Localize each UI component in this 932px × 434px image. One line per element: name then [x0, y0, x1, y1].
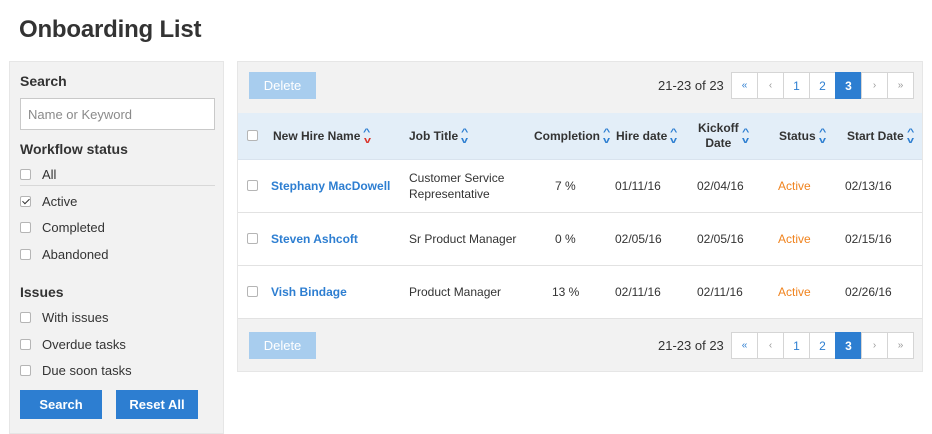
filter-sidebar: Search Workflow status All Active Comple… [9, 61, 224, 434]
start-date-value: 02/13/16 [845, 179, 892, 193]
hire-name-link[interactable]: Vish Bindage [271, 285, 347, 299]
pagination-bottom: « ‹ 1 2 3 › » [731, 332, 914, 359]
completion-value: 13 % [552, 285, 580, 299]
pagination-top: « ‹ 1 2 3 › » [731, 72, 914, 99]
checkbox[interactable] [20, 364, 31, 376]
start-date-value: 02/15/16 [845, 232, 892, 246]
sort-icon[interactable]: ^ v [461, 128, 468, 145]
col-job-title[interactable]: Job Title ^ v [409, 113, 468, 159]
option-label: Due soon tasks [42, 362, 132, 378]
start-date-value: 02/26/16 [845, 285, 892, 299]
range-text-bottom: 21-23 of 23 [658, 338, 724, 353]
issues-option-with-issues[interactable]: With issues [20, 306, 215, 328]
page-3-button[interactable]: 3 [835, 332, 862, 359]
hire-date-value: 02/11/16 [615, 285, 661, 299]
table-row: Vish Bindage Product Manager 13 % 02/11/… [238, 266, 922, 319]
option-label: With issues [42, 309, 109, 325]
prev-page-button[interactable]: ‹ [757, 72, 784, 99]
prev-page-button[interactable]: ‹ [757, 332, 784, 359]
hire-name-link[interactable]: Stephany MacDowell [271, 179, 390, 193]
last-page-button[interactable]: » [887, 72, 914, 99]
page-3-button[interactable]: 3 [835, 72, 862, 99]
page-title: Onboarding List [19, 16, 202, 43]
completion-value: 7 % [555, 179, 576, 193]
workflow-status-heading: Workflow status [20, 141, 128, 157]
onboarding-table: New Hire Name ^ v Job Title ^ v Completion… [238, 113, 922, 319]
next-page-button[interactable]: › [861, 72, 888, 99]
page-1-button[interactable]: 1 [783, 72, 810, 99]
page-2-button[interactable]: 2 [809, 72, 836, 99]
reset-all-button[interactable]: Reset All [116, 390, 198, 419]
next-page-button[interactable]: › [861, 332, 888, 359]
checkbox[interactable] [20, 311, 31, 323]
sort-icon[interactable]: ^ v [603, 128, 610, 145]
row-checkbox[interactable] [247, 180, 258, 191]
status-badge: Active [778, 285, 811, 299]
checkbox[interactable] [20, 248, 31, 260]
table-row: Stephany MacDowell Customer Service Repre… [238, 160, 922, 213]
workflow-option-all[interactable]: All [20, 163, 215, 185]
workflow-option-active[interactable]: Active [20, 190, 215, 212]
job-title: Customer Service [409, 171, 505, 185]
search-input[interactable] [20, 98, 215, 130]
table-row: Steven Ashcoft Sr Product Manager 0 % 02… [238, 213, 922, 266]
completion-value: 0 % [555, 232, 576, 246]
select-all-checkbox[interactable] [247, 130, 258, 141]
job-title-line2: Representative [409, 187, 490, 201]
checkbox[interactable] [20, 338, 31, 350]
job-title: Product Manager [409, 285, 502, 299]
col-start-date[interactable]: Start Date ^ v [847, 113, 914, 159]
hire-date-value: 02/05/16 [615, 232, 662, 246]
option-label: All [42, 166, 57, 182]
first-page-button[interactable]: « [731, 332, 758, 359]
onboarding-panel: Delete 21-23 of 23 « ‹ 1 2 3 › » New Hir… [237, 61, 923, 372]
col-completion[interactable]: Completion ^ v [534, 113, 610, 159]
workflow-option-completed[interactable]: Completed [20, 216, 215, 238]
sort-icon[interactable]: ^ v [819, 128, 826, 145]
search-heading: Search [20, 73, 67, 89]
kickoff-date-value: 02/05/16 [697, 232, 744, 246]
table-header: New Hire Name ^ v Job Title ^ v Completion… [238, 113, 922, 160]
page-2-button[interactable]: 2 [809, 332, 836, 359]
kickoff-date-value: 02/04/16 [697, 179, 744, 193]
sort-icon[interactable]: ^ v [742, 128, 749, 145]
page-1-button[interactable]: 1 [783, 332, 810, 359]
option-label: Active [42, 193, 78, 209]
status-badge: Active [778, 179, 811, 193]
checkbox-checked[interactable] [20, 195, 31, 207]
workflow-option-abandoned[interactable]: Abandoned [20, 243, 215, 265]
row-checkbox[interactable] [247, 233, 258, 244]
checkbox[interactable] [20, 221, 31, 233]
col-hire-date[interactable]: Hire date ^ v [616, 113, 678, 159]
kickoff-date-value: 02/11/16 [697, 285, 743, 299]
col-new-hire-name[interactable]: New Hire Name ^ v [273, 113, 371, 159]
col-status[interactable]: Status ^ v [779, 113, 826, 159]
issues-option-due-soon[interactable]: Due soon tasks [20, 359, 215, 381]
option-label: Completed [42, 219, 105, 235]
hire-date-value: 01/11/16 [615, 179, 661, 193]
sort-icon[interactable]: ^ v [907, 128, 914, 145]
option-label: Abandoned [42, 246, 109, 262]
first-page-button[interactable]: « [731, 72, 758, 99]
status-badge: Active [778, 232, 811, 246]
last-page-button[interactable]: » [887, 332, 914, 359]
issues-heading: Issues [20, 284, 64, 300]
job-title: Sr Product Manager [409, 232, 517, 246]
divider [20, 185, 215, 186]
option-label: Overdue tasks [42, 336, 126, 352]
sort-icon[interactable]: ^ v [363, 128, 370, 145]
sort-icon[interactable]: ^ v [670, 128, 677, 145]
delete-button-top[interactable]: Delete [249, 72, 316, 99]
row-checkbox[interactable] [247, 286, 258, 297]
col-kickoff-date[interactable]: Kickoff Date ^ v [698, 113, 749, 159]
hire-name-link[interactable]: Steven Ashcoft [271, 232, 358, 246]
delete-button-bottom[interactable]: Delete [249, 332, 316, 359]
issues-option-overdue[interactable]: Overdue tasks [20, 333, 215, 355]
checkbox[interactable] [20, 168, 31, 180]
range-text-top: 21-23 of 23 [658, 78, 724, 93]
search-button[interactable]: Search [20, 390, 102, 419]
